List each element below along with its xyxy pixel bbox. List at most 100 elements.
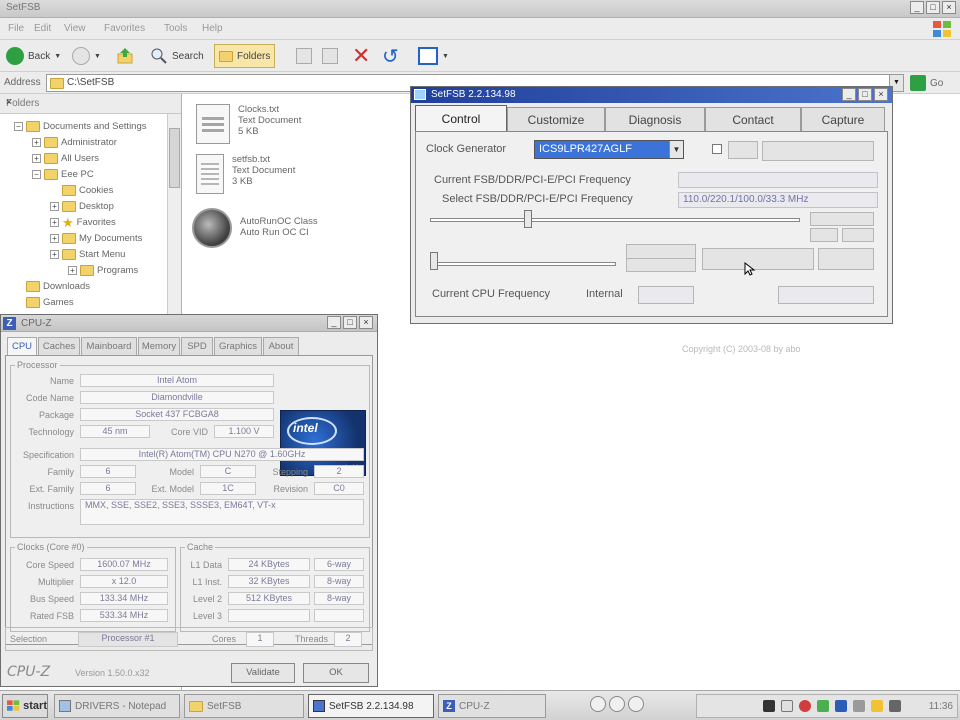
close-button[interactable]: × xyxy=(942,1,956,14)
back-button[interactable]: Back ▼ xyxy=(6,44,61,68)
maximize-button[interactable]: □ xyxy=(858,88,872,101)
battery-icon[interactable] xyxy=(871,700,883,712)
set-fsb-button[interactable] xyxy=(702,248,814,270)
option-button[interactable] xyxy=(818,248,874,270)
minimize-button[interactable]: _ xyxy=(910,1,924,14)
undo-button[interactable]: ↺ xyxy=(382,44,399,68)
fsb-slider[interactable] xyxy=(430,218,800,222)
tab-cpu[interactable]: CPU xyxy=(7,337,37,355)
tree-item[interactable]: + Start Menu xyxy=(50,246,125,262)
move-to-button[interactable] xyxy=(296,44,312,68)
tab-caches[interactable]: Caches xyxy=(38,337,80,355)
go-button[interactable]: Go xyxy=(910,75,943,91)
step-down-button[interactable] xyxy=(810,228,838,242)
start-button[interactable]: start xyxy=(2,694,48,718)
maximize-button[interactable]: □ xyxy=(343,316,357,329)
fsb-slider-thumb[interactable] xyxy=(524,210,532,228)
menu-file[interactable]: File xyxy=(8,23,24,34)
tree-expander-icon[interactable]: − xyxy=(14,121,23,131)
tree-expander-icon[interactable]: + xyxy=(50,201,59,211)
folder-icon xyxy=(44,152,58,164)
file-item[interactable]: AutoRunOC Class Auto Run OC CI xyxy=(192,208,318,248)
selection-select[interactable]: Processor #1 xyxy=(78,632,178,647)
tree-item[interactable]: + Desktop xyxy=(50,198,114,214)
scroll-thumb[interactable] xyxy=(169,128,180,188)
minimize-button[interactable]: _ xyxy=(327,316,341,329)
tab-graphics[interactable]: Graphics xyxy=(214,337,262,355)
tab-customize[interactable]: Customize xyxy=(507,107,605,131)
delete-button[interactable]: ✕ xyxy=(352,43,370,68)
ultra-slider[interactable] xyxy=(430,262,616,266)
tree-expander-icon[interactable]: + xyxy=(32,153,41,163)
ok-button[interactable]: OK xyxy=(303,663,369,683)
step-up-button[interactable] xyxy=(842,228,874,242)
tab-capture[interactable]: Capture xyxy=(801,107,885,131)
media-prev-icon[interactable] xyxy=(590,696,606,712)
monitor-icon[interactable] xyxy=(763,700,775,712)
tree-expander-icon[interactable]: − xyxy=(32,169,41,179)
tree-item[interactable]: Downloads xyxy=(14,278,90,294)
bluetooth-icon[interactable] xyxy=(835,700,847,712)
folders-pane-close-icon[interactable]: × xyxy=(6,97,177,108)
media-play-icon[interactable] xyxy=(609,696,625,712)
clock-generator-select[interactable]: ICS9LPR427AGLF ▼ xyxy=(534,140,684,159)
copy-to-button[interactable] xyxy=(322,44,338,68)
menu-help[interactable]: Help xyxy=(202,23,223,34)
tree-item[interactable]: + All Users xyxy=(32,150,99,166)
menu-tools[interactable]: Tools xyxy=(164,23,187,34)
close-button[interactable]: × xyxy=(359,316,373,329)
folder-icon xyxy=(44,136,58,148)
tree-expander-icon[interactable]: + xyxy=(32,137,41,147)
security-icon[interactable] xyxy=(799,700,811,712)
tree-expander-icon[interactable]: + xyxy=(68,265,77,275)
tree-item[interactable]: + ★ Favorites xyxy=(50,214,116,230)
validate-button[interactable]: Validate xyxy=(231,663,295,683)
forward-button[interactable]: ▼ xyxy=(72,44,101,68)
tab-spd[interactable]: SPD xyxy=(181,337,213,355)
file-item[interactable]: setfsb.txt Text Document 3 KB xyxy=(196,154,295,194)
get-fsb-button[interactable] xyxy=(762,141,874,161)
media-next-icon[interactable] xyxy=(628,696,644,712)
tree-item[interactable]: Games xyxy=(14,294,74,310)
tab-mainboard[interactable]: Mainboard xyxy=(81,337,137,355)
tree-item[interactable]: Cookies xyxy=(50,182,113,198)
tab-contact[interactable]: Contact xyxy=(705,107,801,131)
tab-about[interactable]: About xyxy=(263,337,299,355)
volume-icon[interactable] xyxy=(853,700,865,712)
ultra-sub-button[interactable] xyxy=(626,258,696,272)
tree-item[interactable]: + Programs xyxy=(68,262,138,278)
tree-item[interactable]: − Eee PC xyxy=(32,166,94,182)
menu-edit[interactable]: Edit xyxy=(34,23,51,34)
tab-diagnosis[interactable]: Diagnosis xyxy=(605,107,705,131)
clock-value: x 12.0 xyxy=(80,575,168,588)
tree-expander-icon[interactable]: + xyxy=(50,217,59,227)
up-folder-button[interactable] xyxy=(116,44,134,68)
search-button[interactable]: Search xyxy=(150,44,204,68)
minimize-button[interactable]: _ xyxy=(842,88,856,101)
tree-expander-icon[interactable]: + xyxy=(50,249,59,259)
ultra-slider-thumb[interactable] xyxy=(430,252,438,270)
taskbar-item-setfsb[interactable]: SetFSB 2.2.134.98 xyxy=(308,694,434,718)
tab-control[interactable]: Control xyxy=(415,105,507,131)
wifi-icon[interactable] xyxy=(889,700,901,712)
tree-item[interactable]: + Administrator xyxy=(32,134,117,150)
taskbar-item-notepad[interactable]: DRIVERS - Notepad xyxy=(54,694,180,718)
taskbar-item-folder[interactable]: SetFSB xyxy=(184,694,304,718)
folders-button[interactable]: Folders xyxy=(214,44,276,68)
file-item[interactable]: Clocks.txt Text Document 5 KB xyxy=(196,104,301,144)
menu-view[interactable]: View xyxy=(64,23,86,34)
tree-expander-icon[interactable]: + xyxy=(50,233,59,243)
tab-memory[interactable]: Memory xyxy=(138,337,180,355)
lock-checkbox[interactable] xyxy=(712,144,722,154)
menu-favorites[interactable]: Favorites xyxy=(104,23,145,34)
folders-scrollbar[interactable] xyxy=(167,114,181,324)
maximize-button[interactable]: □ xyxy=(926,1,940,14)
update-icon[interactable] xyxy=(817,700,829,712)
go-arrow-icon xyxy=(910,75,926,91)
taskbar-item-cpuz[interactable]: Z CPU-Z xyxy=(438,694,546,718)
close-button[interactable]: × xyxy=(874,88,888,101)
network-icon[interactable] xyxy=(781,700,793,712)
views-button[interactable]: ▼ xyxy=(418,44,449,68)
tree-item[interactable]: + My Documents xyxy=(50,230,142,246)
tree-item[interactable]: − Documents and Settings xyxy=(14,118,147,134)
